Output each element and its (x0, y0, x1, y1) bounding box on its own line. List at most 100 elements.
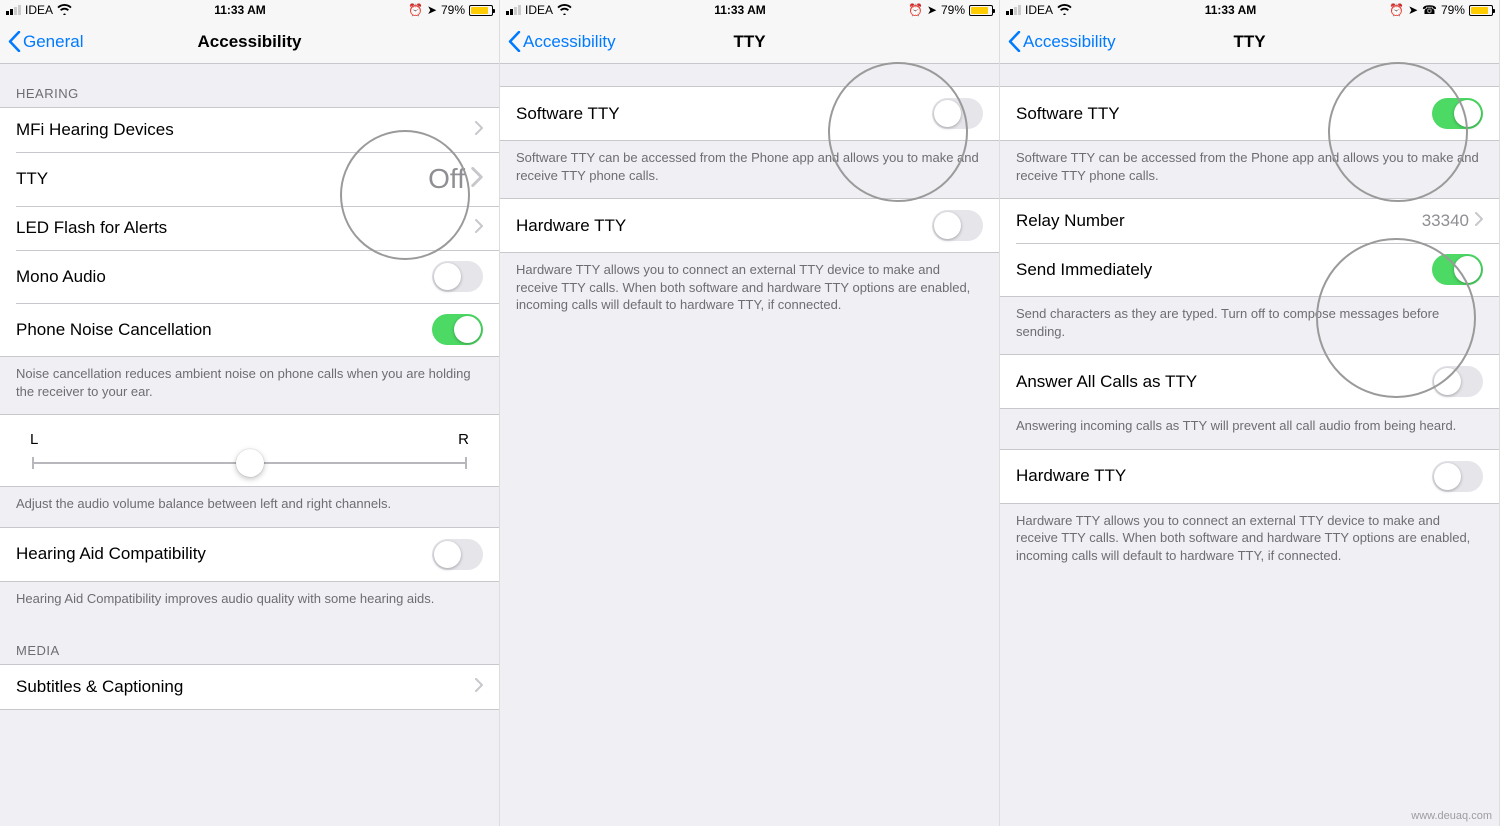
row-label: TTY (16, 169, 48, 189)
mono-audio-toggle[interactable] (432, 261, 483, 292)
battery-icon (469, 5, 493, 16)
chevron-right-icon (471, 167, 483, 192)
row-hardware-tty: Hardware TTY (1000, 450, 1499, 503)
row-label: Hardware TTY (1016, 466, 1126, 486)
row-relay-number[interactable]: Relay Number 33340 (1000, 199, 1499, 243)
alarm-icon: ⏰ (408, 3, 423, 17)
tty-value: Off (428, 163, 465, 195)
carrier-label: IDEA (1025, 3, 1053, 17)
row-label: Software TTY (516, 104, 620, 124)
row-label: Hearing Aid Compatibility (16, 544, 206, 564)
nav-bar: Accessibility TTY (1000, 20, 1499, 64)
noise-cancel-toggle[interactable] (432, 314, 483, 345)
send-footer: Send characters as they are typed. Turn … (1000, 297, 1499, 354)
software-tty-toggle[interactable] (932, 98, 983, 129)
row-hardware-tty: Hardware TTY (500, 199, 999, 252)
row-send-immediately: Send Immediately (1000, 243, 1499, 296)
nav-bar: General Accessibility (0, 20, 499, 64)
signal-icon (1006, 5, 1021, 15)
battery-pct: 79% (1441, 3, 1465, 17)
hardware-tty-toggle[interactable] (932, 210, 983, 241)
nav-bar: Accessibility TTY (500, 20, 999, 64)
slider-footer: Adjust the audio volume balance between … (0, 487, 499, 527)
software-tty-footer: Software TTY can be accessed from the Ph… (1000, 141, 1499, 198)
row-label: Mono Audio (16, 267, 106, 287)
noise-footer: Noise cancellation reduces ambient noise… (0, 357, 499, 414)
answer-footer: Answering incoming calls as TTY will pre… (1000, 409, 1499, 449)
battery-pct: 79% (441, 3, 465, 17)
wifi-icon (57, 3, 72, 17)
slider-thumb[interactable] (236, 449, 264, 477)
signal-icon (6, 5, 21, 15)
alarm-icon: ⏰ (1389, 3, 1404, 17)
status-time: 11:33 AM (714, 3, 766, 17)
battery-pct: 79% (941, 3, 965, 17)
hearing-aid-footer: Hearing Aid Compatibility improves audio… (0, 582, 499, 622)
status-bar: IDEA 11:33 AM ⏰ ➤ 79% (0, 0, 499, 20)
status-time: 11:33 AM (1205, 3, 1257, 17)
status-bar: IDEA 11:33 AM ⏰ ➤ ☎ 79% (1000, 0, 1499, 20)
watermark: www.deuaq.com (1411, 810, 1492, 822)
back-label: General (23, 32, 83, 52)
slider-right-label: R (458, 431, 469, 448)
back-label: Accessibility (523, 32, 616, 52)
relay-value: 33340 (1422, 211, 1469, 231)
back-button[interactable]: Accessibility (1000, 31, 1116, 52)
screen-accessibility: IDEA 11:33 AM ⏰ ➤ 79% General Accessibil… (0, 0, 500, 826)
row-label: Subtitles & Captioning (16, 677, 183, 697)
hearing-aid-toggle[interactable] (432, 539, 483, 570)
row-noise-cancel: Phone Noise Cancellation (0, 303, 499, 356)
signal-icon (506, 5, 521, 15)
balance-slider[interactable] (32, 462, 467, 464)
row-label: Hardware TTY (516, 216, 626, 236)
row-mono-audio: Mono Audio (0, 250, 499, 303)
chevron-right-icon (475, 120, 483, 140)
software-tty-footer: Software TTY can be accessed from the Ph… (500, 141, 999, 198)
slider-left-label: L (30, 431, 38, 448)
row-tty[interactable]: TTY Off (0, 152, 499, 206)
hardware-tty-toggle[interactable] (1432, 461, 1483, 492)
hardware-tty-footer: Hardware TTY allows you to connect an ex… (500, 253, 999, 328)
location-icon: ➤ (927, 3, 937, 17)
answer-all-toggle[interactable] (1432, 366, 1483, 397)
chevron-right-icon (475, 218, 483, 238)
alarm-icon: ⏰ (908, 3, 923, 17)
carrier-label: IDEA (525, 3, 553, 17)
back-button[interactable]: General (0, 31, 83, 52)
row-subtitles[interactable]: Subtitles & Captioning (0, 665, 499, 709)
row-label: Send Immediately (1016, 260, 1152, 280)
back-label: Accessibility (1023, 32, 1116, 52)
row-label: Phone Noise Cancellation (16, 320, 212, 340)
row-software-tty: Software TTY (500, 87, 999, 140)
balance-slider-row: L R (0, 414, 499, 487)
row-label: MFi Hearing Devices (16, 120, 174, 140)
battery-icon (1469, 5, 1493, 16)
location-icon: ➤ (1408, 3, 1418, 17)
wifi-icon (1057, 3, 1072, 17)
status-time: 11:33 AM (214, 3, 266, 17)
back-button[interactable]: Accessibility (500, 31, 616, 52)
section-header-hearing: HEARING (0, 64, 499, 107)
status-bar: IDEA 11:33 AM ⏰ ➤ 79% (500, 0, 999, 20)
row-answer-all: Answer All Calls as TTY (1000, 355, 1499, 408)
screen-tty-on: IDEA 11:33 AM ⏰ ➤ ☎ 79% Accessibility TT… (1000, 0, 1500, 826)
row-label: LED Flash for Alerts (16, 218, 167, 238)
row-software-tty: Software TTY (1000, 87, 1499, 140)
chevron-right-icon (475, 677, 483, 697)
row-hearing-aid: Hearing Aid Compatibility (0, 528, 499, 581)
software-tty-toggle[interactable] (1432, 98, 1483, 129)
row-mfi-hearing[interactable]: MFi Hearing Devices (0, 108, 499, 152)
carrier-label: IDEA (25, 3, 53, 17)
section-header-media: MEDIA (0, 621, 499, 664)
location-icon: ➤ (427, 3, 437, 17)
row-label: Software TTY (1016, 104, 1120, 124)
chevron-left-icon (508, 31, 521, 52)
tty-icon: ☎ (1422, 3, 1437, 17)
row-label: Relay Number (1016, 211, 1125, 231)
row-led-flash[interactable]: LED Flash for Alerts (0, 206, 499, 250)
hardware-tty-footer: Hardware TTY allows you to connect an ex… (1000, 504, 1499, 579)
row-label: Answer All Calls as TTY (1016, 372, 1197, 392)
send-immediately-toggle[interactable] (1432, 254, 1483, 285)
chevron-left-icon (8, 31, 21, 52)
battery-icon (969, 5, 993, 16)
